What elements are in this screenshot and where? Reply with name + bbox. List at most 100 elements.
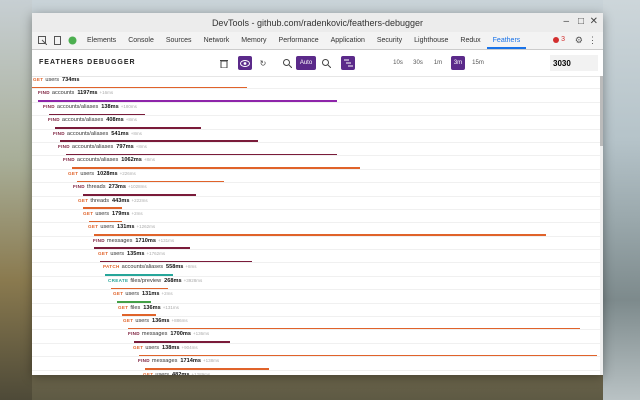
request-row[interactable]: PATCH accounts/aliases 558ms +8ms [32,263,600,277]
request-delta: +2ms [161,291,173,297]
request-path: threads [90,197,110,204]
error-badge[interactable]: 3 [553,36,565,43]
request-delta: +180ms [120,103,137,109]
scrollbar[interactable] [600,76,603,375]
request-duration: 135ms [127,251,145,258]
request-path: users [145,344,160,351]
error-icon [553,36,560,43]
request-method: FIND [58,143,70,149]
request-row[interactable]: GET users 1028ms +226ms [32,170,600,184]
timing-bar [128,327,581,330]
tab-elements[interactable]: Elements [81,32,122,49]
maximize-icon[interactable]: □ [578,16,584,27]
request-method: GET [33,77,44,82]
tab-console[interactable]: Console [122,32,160,49]
request-row[interactable]: CREATE files/preview 268ms +3928ms [32,277,600,291]
request-row[interactable]: GET files 136ms +131ms [32,304,600,318]
request-row[interactable]: FIND accounts/aliases 1062ms +8ms [32,156,600,170]
request-method: GET [133,344,144,350]
request-row[interactable]: GET users 135ms +1762ms [32,250,600,264]
request-row[interactable]: GET users 136ms +886ms [32,317,600,331]
request-row[interactable]: FIND accounts/aliases 138ms +180ms [32,103,600,117]
range-1m-button[interactable]: 1m [431,56,445,70]
app-logo: FEATHERS DEBUGGER [39,59,136,66]
tab-application[interactable]: Application [325,32,371,49]
request-row[interactable]: FIND messages 1700ms +136ms [32,330,600,344]
request-path: threads [86,184,106,191]
zoom-out-icon[interactable] [319,56,333,70]
settings-gear-icon[interactable]: ⚙ [575,35,583,46]
range-15m-button[interactable]: 15m [471,56,485,70]
request-row[interactable]: FIND accounts/aliases 541ms +8ms [32,130,600,143]
request-duration: 268ms [164,277,182,284]
timing-bar [71,167,360,169]
request-row[interactable]: GET users 179ms +2ms [32,210,600,224]
tab-sources[interactable]: Sources [160,32,198,49]
request-duration: 443ms [112,197,130,204]
request-method: GET [68,170,79,176]
request-method: FIND [38,90,50,96]
range-30s-button[interactable]: 30s [411,56,425,70]
tab-network[interactable]: Network [198,32,236,49]
request-duration: 136ms [143,304,161,311]
request-row[interactable]: FIND accounts 1197ms +16ms [32,89,600,103]
request-delta: +1028ms [128,184,147,190]
close-icon[interactable]: ✕ [590,16,598,27]
tab-feathers[interactable]: Feathers [486,32,527,49]
zoom-auto-button[interactable]: Auto [296,56,316,70]
request-path: users [155,371,170,375]
request-path: users [45,77,60,83]
request-duration: 1700ms [170,331,191,338]
timing-bar [145,368,270,370]
request-row[interactable]: FIND accounts/aliases 797ms +8ms [32,143,600,157]
request-method: FIND [53,130,65,136]
tab-redux[interactable]: Redux [454,32,486,49]
timing-bar [116,301,151,303]
request-path: users [100,224,115,231]
waterfall-view-icon[interactable] [341,56,355,70]
request-row[interactable]: FIND accounts/aliases 408ms +8ms [32,116,600,130]
request-row[interactable]: FIND messages 1714ms +138ms [32,357,600,371]
request-row[interactable]: GET users 138ms +904ms [32,344,600,358]
timing-bar [122,314,157,317]
request-row[interactable]: FIND messages 1710ms +131ms [32,237,600,251]
timing-bar [65,153,338,156]
request-delta: +131ms [162,304,179,310]
watch-eye-icon[interactable] [238,56,252,70]
request-row[interactable]: FIND threads 273ms +1028ms [32,183,600,197]
desktop-wallpaper-right [603,0,640,400]
inspect-icon[interactable] [37,36,47,46]
range-3m-button[interactable]: 3m [451,56,465,70]
timing-bar [99,260,253,263]
request-duration: 482ms [172,371,190,375]
range-10s-button[interactable]: 10s [391,56,405,70]
tab-memory[interactable]: Memory [235,32,272,49]
request-delta: +131ms [157,237,175,243]
request-row[interactable]: GET users 131ms +1262ms [32,223,600,237]
request-path: messages [151,358,178,365]
request-delta: +3928ms [183,277,203,283]
request-path: accounts/aliases [76,157,119,164]
request-delta: +1289ms [191,371,211,375]
minimize-icon[interactable]: – [563,16,569,27]
device-toggle-icon[interactable] [52,36,62,46]
request-row[interactable]: GET users 482ms +1289ms [32,371,600,375]
refresh-icon[interactable]: ↻ [256,56,270,70]
scrollbar-thumb[interactable] [600,76,603,146]
request-method: GET [98,251,109,257]
request-row[interactable]: GET users 131ms +2ms [32,290,600,304]
request-row[interactable]: GET threads 443ms +222ms [32,197,600,210]
timing-bar [94,234,547,236]
timing-bar [82,193,196,196]
request-method: FIND [93,237,105,243]
clear-trash-icon[interactable] [217,56,231,70]
request-delta: +1762ms [146,251,166,257]
request-row[interactable]: GET users 734ms [32,76,600,90]
request-method: GET [113,291,124,297]
tab-security[interactable]: Security [371,32,408,49]
request-delta: +226ms [119,170,136,176]
tab-lighthouse[interactable]: Lighthouse [408,32,454,49]
zoom-in-icon[interactable] [280,56,294,70]
tab-performance[interactable]: Performance [273,32,325,49]
more-options-icon[interactable]: ⋮ [588,35,597,46]
